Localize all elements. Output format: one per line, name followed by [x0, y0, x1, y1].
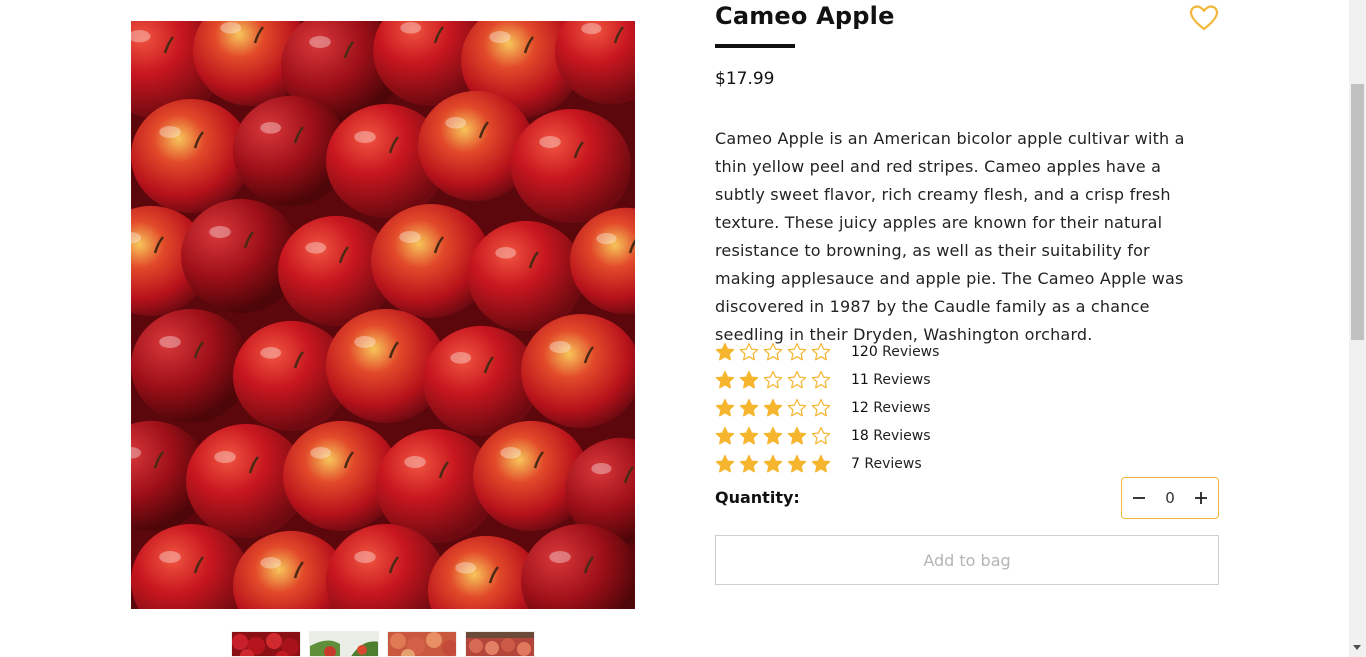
star-outline-icon [811, 398, 831, 417]
review-count: 11 [851, 372, 869, 388]
product-price: $17.99 [715, 69, 775, 89]
product-description: Cameo Apple is an American bicolor apple… [715, 129, 1185, 344]
review-count: 12 [851, 400, 869, 416]
quantity-input[interactable] [1155, 489, 1185, 507]
thumbnail-1[interactable] [231, 631, 301, 657]
review-label: Reviews [868, 372, 931, 388]
add-to-bag-button[interactable]: Add to bag [715, 535, 1219, 585]
product-main-image [131, 21, 635, 609]
rating-row[interactable]: 12 Reviews [715, 394, 939, 422]
star-filled-icon [787, 426, 807, 445]
star-filled-icon [763, 454, 783, 473]
star-outline-icon [763, 370, 783, 389]
ratings-breakdown: 120 Reviews 11 Reviews 12 Reviews 18 Review… [715, 338, 939, 478]
review-count-text: 12 Reviews [851, 400, 931, 416]
thumbnail-4[interactable] [465, 631, 535, 657]
review-count-text: 7 Reviews [851, 456, 922, 472]
star-outline-icon [739, 342, 759, 361]
rating-row[interactable]: 11 Reviews [715, 366, 939, 394]
thumbnail-2[interactable] [309, 631, 379, 657]
star-rating [715, 426, 851, 446]
scroll-down-arrow-icon[interactable] [1353, 645, 1361, 650]
star-filled-icon [739, 370, 759, 389]
star-outline-icon [787, 398, 807, 417]
review-count-text: 11 Reviews [851, 372, 931, 388]
star-filled-icon [715, 342, 735, 361]
star-filled-icon [811, 454, 831, 473]
review-count-text: 120 Reviews [851, 344, 939, 360]
star-filled-icon [739, 454, 759, 473]
star-outline-icon [787, 370, 807, 389]
star-outline-icon [811, 426, 831, 445]
review-count: 18 [851, 428, 869, 444]
star-rating [715, 454, 851, 474]
rating-row[interactable]: 7 Reviews [715, 450, 939, 478]
rating-row[interactable]: 18 Reviews [715, 422, 939, 450]
star-rating [715, 370, 851, 390]
plus-icon[interactable] [1192, 489, 1210, 507]
star-filled-icon [739, 398, 759, 417]
quantity-stepper [1121, 477, 1219, 519]
star-filled-icon [715, 454, 735, 473]
title-underline [715, 44, 795, 48]
star-filled-icon [739, 426, 759, 445]
star-outline-icon [811, 342, 831, 361]
minus-icon[interactable] [1130, 489, 1148, 507]
star-outline-icon [763, 342, 783, 361]
star-filled-icon [787, 454, 807, 473]
product-title: Cameo Apple [715, 2, 895, 30]
review-label: Reviews [859, 456, 922, 472]
review-label: Reviews [868, 428, 931, 444]
star-rating [715, 398, 851, 418]
review-count-text: 18 Reviews [851, 428, 931, 444]
star-outline-icon [811, 370, 831, 389]
star-filled-icon [715, 398, 735, 417]
rating-row[interactable]: 120 Reviews [715, 338, 939, 366]
star-filled-icon [763, 426, 783, 445]
star-filled-icon [715, 426, 735, 445]
scrollbar-thumb[interactable] [1351, 84, 1364, 340]
review-count: 120 [851, 344, 878, 360]
star-filled-icon [715, 370, 735, 389]
quantity-label: Quantity: [715, 488, 800, 507]
heart-outline-icon[interactable] [1189, 4, 1219, 32]
star-rating [715, 342, 851, 362]
review-count: 7 [851, 456, 860, 472]
star-filled-icon [763, 398, 783, 417]
thumbnail-strip [231, 631, 535, 657]
thumbnail-3[interactable] [387, 631, 457, 657]
review-label: Reviews [877, 344, 940, 360]
star-outline-icon [787, 342, 807, 361]
review-label: Reviews [868, 400, 931, 416]
